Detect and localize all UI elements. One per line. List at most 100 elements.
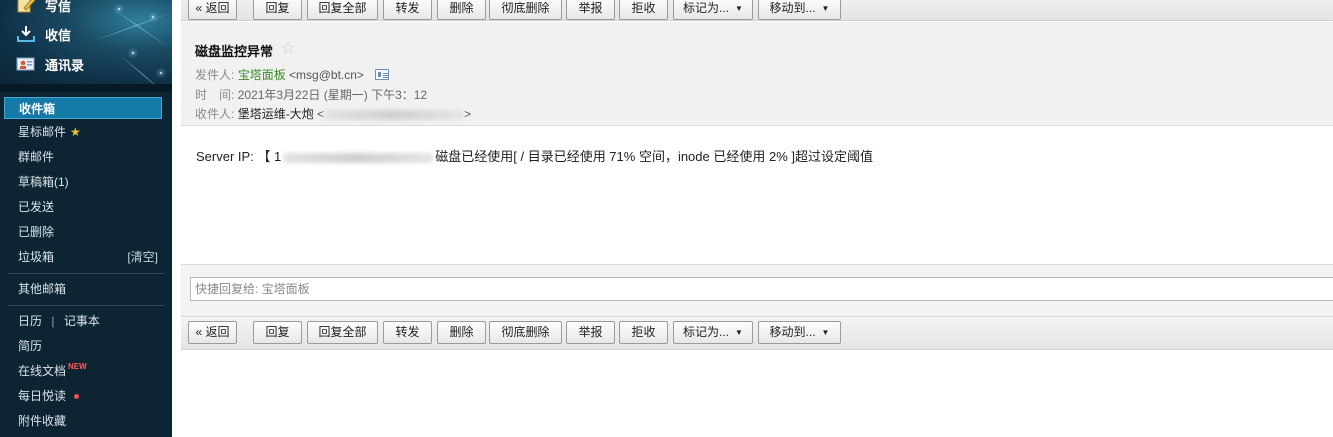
mark-as-dropdown[interactable]: 标记为... ▼ [673,0,753,20]
app-attachments[interactable]: 附件收藏 [0,409,172,434]
notes-link[interactable]: 记事本 [64,314,100,328]
toolbar-top: « 返回 回复 回复全部 转发 删除 彻底删除 举报 拒收 标记为... ▼ 移动… [181,0,1333,21]
recipient-label: 收件人: [195,107,235,121]
mail-body: Server IP: 【 1 磁盘已经使用[ / 目录已经使用 71% 空间，in… [181,126,1333,264]
empty-spam-link[interactable]: [清空] [127,245,158,270]
decor-ray [119,55,167,84]
move-to-label: 移动到... [769,325,816,339]
folder-inbox[interactable]: 收件箱 [4,97,162,119]
gap [172,0,181,437]
body-suffix: 磁盘已经使用[ / 目录已经使用 71% 空间，inode 已经使用 2% ]超… [435,149,873,164]
folder-label: 星标邮件 [18,125,67,139]
time-value: 2021年3月22日 (星期一) 下午3：12 [237,88,428,102]
app-label: 每日悦读 [18,389,67,403]
mail-body-text: Server IP: 【 1 磁盘已经使用[ / 目录已经使用 71% 空间，in… [196,146,873,165]
divider [8,273,164,274]
calendar-link[interactable]: 日历 [18,314,42,328]
folder-sent[interactable]: 已发送 [0,195,172,220]
folder-label: 已删除 [18,225,55,239]
mail-reader: « 返回 回复 回复全部 转发 删除 彻底删除 举报 拒收 标记为... ▼ 移动… [181,0,1333,437]
sender-name[interactable]: 宝塔面板 [238,68,286,82]
sender-row: 发件人: 宝塔面板 <msg@bt.cn> [195,66,390,83]
mark-as-dropdown[interactable]: 标记为... ▼ [673,321,753,344]
empty-area [181,350,1333,437]
sender-address: <msg@bt.cn> [289,68,364,82]
chevron-down-icon: ▼ [821,328,830,337]
reply-all-button[interactable]: 回复全部 [307,0,378,20]
inbox-download-icon [16,25,36,43]
report-button[interactable]: 举报 [566,321,615,344]
toolbar-bottom: « 返回 回复 回复全部 转发 删除 彻底删除 举报 拒收 标记为... ▼ 移动… [181,316,1333,350]
app-resume[interactable]: 简历 [0,334,172,359]
delete-button[interactable]: 删除 [437,0,486,20]
body-prefix: Server IP: 【 1 [196,149,282,164]
decor-star [118,8,120,10]
reply-button[interactable]: 回复 [253,321,302,344]
delete-permanently-button[interactable]: 彻底删除 [489,0,562,20]
time-row: 时 间: 2021年3月22日 (星期一) 下午3：12 [195,86,427,103]
receive-button[interactable]: 收信 [16,22,71,46]
decor-star [160,72,162,74]
forward-button[interactable]: 转发 [383,321,432,344]
folder-drafts[interactable]: 草稿箱(1) [0,170,172,195]
vcard-icon[interactable] [375,69,390,80]
reply-all-button[interactable]: 回复全部 [307,321,378,344]
reply-button[interactable]: 回复 [253,0,302,20]
quick-reply-input[interactable] [190,277,1333,301]
quick-reply-bar [181,264,1333,316]
star-toggle-icon[interactable]: ☆ [281,38,295,58]
redacted-address [324,109,465,120]
reject-button[interactable]: 拒收 [619,321,668,344]
chevron-down-icon: ▼ [821,4,830,13]
delete-button[interactable]: 删除 [437,321,486,344]
folder-starred[interactable]: 星标邮件 ★ [0,120,172,145]
chevron-down-icon: ▼ [735,328,743,337]
folder-label: 垃圾箱 [18,250,55,264]
chevron-down-icon: ▼ [735,4,743,13]
app-daily-read[interactable]: 每日悦读 [0,384,172,409]
redacted-ip [283,152,434,163]
sender-label: 发件人: [195,68,235,82]
receive-label: 收信 [45,27,72,43]
app-label: 在线文档 [18,364,67,378]
folder-deleted[interactable]: 已删除 [0,220,172,245]
contacts-button[interactable]: 通讯录 [16,52,84,76]
folder-spam[interactable]: 垃圾箱 [清空] [0,245,172,270]
decor-ray [109,6,168,48]
folder-list: 收件箱 星标邮件 ★ 群邮件 草稿箱(1) 已发送 已删除 垃圾箱 [清空] 其他… [0,95,172,434]
folder-label: 草稿箱(1) [18,175,69,189]
recipient-name[interactable]: 堡塔运维-大炮 [238,107,314,121]
recipient-row: 收件人: 堡塔运维-大炮 < > [195,105,471,122]
calendar-notes-separator: | [51,314,55,328]
app-online-docs[interactable]: 在线文档 NEW [0,359,172,384]
reject-button[interactable]: 拒收 [619,0,668,20]
back-button[interactable]: « 返回 [188,321,237,344]
app-label: 附件收藏 [18,414,67,428]
app-row-calendar-notes: 日历 | 记事本 [0,309,172,334]
move-to-dropdown[interactable]: 移动到... ▼ [758,321,841,344]
star-icon: ★ [70,125,81,139]
move-to-label: 移动到... [769,1,816,15]
unread-dot-icon [74,394,80,400]
contacts-label: 通讯录 [45,57,85,73]
folder-other-mailboxes[interactable]: 其他邮箱 [0,277,172,302]
compose-label: 写信 [45,0,72,14]
sidebar-header: 写信 收信 通讯录 [0,0,172,84]
decor-ray [94,12,171,41]
folder-group-mail[interactable]: 群邮件 [0,145,172,170]
folder-label: 其他邮箱 [18,282,67,296]
mail-subject: 磁盘监控异常 [195,44,274,59]
sidebar-separator [0,84,172,92]
forward-button[interactable]: 转发 [383,0,432,20]
compose-icon [16,0,36,14]
back-button[interactable]: « 返回 [188,0,237,20]
delete-permanently-button[interactable]: 彻底删除 [489,321,562,344]
move-to-dropdown[interactable]: 移动到... ▼ [758,0,841,20]
folder-label: 群邮件 [18,150,55,164]
report-button[interactable]: 举报 [566,0,615,20]
contacts-icon [16,55,36,73]
folder-label: 收件箱 [19,102,56,116]
compose-button[interactable]: 写信 [16,0,71,17]
new-badge: NEW [68,362,87,371]
mark-as-label: 标记为... [683,1,730,15]
